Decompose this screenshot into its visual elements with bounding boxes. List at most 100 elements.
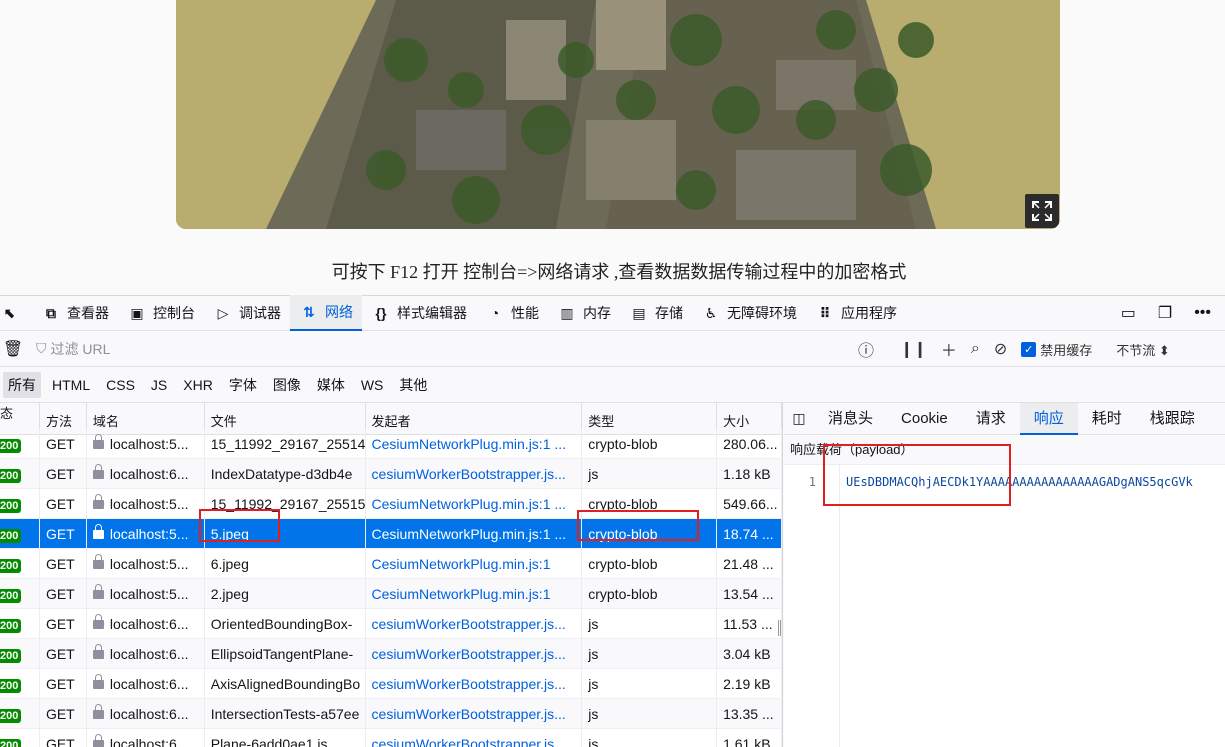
response-code-view[interactable]: 1 UEsDBDMACQhjAECDk1YAAAAAAAAAAAAAAAAGAD… (784, 465, 1225, 747)
initiator-link[interactable]: CesiumNetworkPlug.min.js:1 (372, 556, 551, 572)
cesium-3d-map-view[interactable] (176, 0, 1060, 229)
type-filter-html[interactable]: HTML (47, 374, 95, 396)
initiator-link[interactable]: CesiumNetworkPlug.min.js:1 (372, 586, 551, 602)
cell-type: js (582, 668, 718, 699)
cell-initiator: cesiumWorkerBootstrapper.js... (366, 458, 583, 489)
domain-text: localhost:6... (109, 735, 189, 747)
lock-icon (92, 523, 104, 539)
cell-initiator: cesiumWorkerBootstrapper.js... (366, 608, 583, 639)
search-icon[interactable]: ⌕ (971, 340, 980, 358)
request-row[interactable]: 200 GET localhost:6... IntersectionTests-a5… (0, 698, 782, 729)
status-badge: 200 (0, 618, 22, 633)
column-resize-handle[interactable] (778, 620, 781, 636)
cell-domain: localhost:6... (87, 458, 205, 489)
block-icon[interactable]: ⊘ (994, 339, 1007, 359)
request-row[interactable]: 200 GET localhost:6... AxisAlignedBoundingB… (0, 668, 782, 699)
tab-request[interactable]: 请求 (962, 403, 1020, 435)
clear-log-button[interactable]: 🗑 (0, 339, 26, 359)
accessibility-icon: ♿ (704, 304, 718, 321)
more-menu-icon[interactable]: ••• (1194, 304, 1211, 322)
initiator-link[interactable]: cesiumWorkerBootstrapper.js... (372, 466, 566, 482)
web-page: 可按下 F12 打开 控制台=>网络请求 ,查看数据数据传输过程中的加密格式 (0, 0, 1225, 295)
cell-file: 15_11992_29167_25514 (205, 428, 366, 459)
devtools-toolbar: ⬉ ⧉ 查看器 ▣ 控制台 ▷ 调试器 ⇅ 网络 {} 样式编辑器 ◔ 性能 ▥… (0, 295, 1225, 331)
tab-debugger[interactable]: ▷ 调试器 (204, 295, 290, 331)
tab-timings[interactable]: 耗时 (1078, 403, 1136, 435)
tab-console[interactable]: ▣ 控制台 (118, 295, 204, 331)
fullscreen-icon (1032, 201, 1052, 221)
tab-performance[interactable]: ◔ 性能 (476, 295, 548, 331)
initiator-link[interactable]: CesiumNetworkPlug.min.js:1 ... (372, 436, 567, 452)
initiator-link[interactable]: cesiumWorkerBootstrapper.js... (372, 646, 566, 662)
initiator-link[interactable]: CesiumNetworkPlug.min.js:1 ... (372, 496, 567, 512)
help-icon[interactable]: ⓘ (858, 337, 874, 361)
cell-type: js (582, 608, 718, 639)
disable-cache-checkbox[interactable]: ✓ 禁用缓存 (1021, 340, 1092, 359)
tab-storage[interactable]: ▤ 存储 (620, 295, 692, 331)
cell-method: GET (40, 428, 87, 459)
request-row[interactable]: 200 GET localhost:5... 6.jpeg CesiumNetworkP… (0, 548, 782, 579)
type-filter-xhr[interactable]: XHR (178, 374, 218, 396)
application-icon: ⠿ (819, 304, 831, 321)
initiator-link[interactable]: CesiumNetworkPlug.min.js:1 ... (372, 526, 567, 542)
add-icon[interactable]: ＋ (941, 337, 957, 361)
type-filter-css[interactable]: CSS (101, 374, 140, 396)
type-filter-other[interactable]: 其他 (394, 372, 432, 398)
inspector-icon: ⧉ (46, 304, 56, 321)
initiator-link[interactable]: cesiumWorkerBootstrapper.js... (372, 706, 566, 722)
cell-domain: localhost:5... (87, 578, 205, 609)
lock-icon (92, 433, 104, 449)
tab-style-editor[interactable]: {} 样式编辑器 (362, 295, 476, 331)
element-picker-button[interactable]: ⬉ (0, 295, 32, 331)
cell-size: 21.48 ... (717, 548, 782, 579)
cell-file: Plane-6add0ae1.js (205, 728, 366, 747)
tab-network[interactable]: ⇅ 网络 (290, 295, 362, 331)
lock-icon (92, 613, 104, 629)
style-editor-icon: {} (375, 305, 387, 321)
request-row[interactable]: 200 GET localhost:6... IndexDatatype-d3db4e… (0, 458, 782, 489)
domain-text: localhost:6... (109, 615, 189, 632)
tab-headers[interactable]: 消息头 (814, 403, 887, 435)
throttle-select[interactable]: 不节流 ⬍ (1116, 340, 1170, 359)
fullscreen-button[interactable] (1025, 194, 1059, 228)
request-row[interactable]: 200 GET localhost:5... 2.jpeg CesiumNetworkP… (0, 578, 782, 609)
cell-initiator: cesiumWorkerBootstrapper.js... (366, 668, 583, 699)
cell-domain: localhost:6... (87, 728, 205, 747)
type-filter-images[interactable]: 图像 (268, 372, 306, 398)
initiator-link[interactable]: cesiumWorkerBootstrapper.js... (372, 616, 566, 632)
tab-memory[interactable]: ▥ 内存 (548, 295, 620, 331)
memory-icon: ▥ (560, 304, 574, 321)
cell-initiator: CesiumNetworkPlug.min.js:1 ... (366, 488, 583, 519)
cell-size: 3.04 kB (717, 638, 782, 669)
dock-side-icon[interactable]: ❐ (1158, 303, 1172, 323)
type-filter-all[interactable]: 所有 (3, 371, 41, 398)
pause-icon[interactable]: ❙❙ (900, 339, 927, 359)
tab-stack-trace[interactable]: 栈跟踪 (1136, 403, 1209, 435)
type-filter-media[interactable]: 媒体 (312, 372, 350, 398)
cell-method: GET (40, 518, 87, 549)
cell-initiator: cesiumWorkerBootstrapper.js... (366, 698, 583, 729)
url-filter-input[interactable]: ⛉ 过滤 URL (36, 339, 836, 359)
tab-application[interactable]: ⠿ 应用程序 (806, 295, 906, 331)
responsive-design-icon[interactable]: ▭ (1121, 303, 1136, 323)
type-filter-fonts[interactable]: 字体 (224, 372, 262, 398)
toggle-sidebar-icon[interactable]: ◫ (784, 410, 814, 427)
tab-cookie[interactable]: Cookie (887, 403, 962, 435)
tab-inspector[interactable]: ⧉ 查看器 (32, 295, 118, 331)
tab-response[interactable]: 响应 (1019, 403, 1078, 435)
initiator-link[interactable]: cesiumWorkerBootstrapper.js... (372, 736, 566, 747)
cell-status: 200 (0, 608, 40, 639)
lock-icon (92, 583, 104, 599)
initiator-link[interactable]: cesiumWorkerBootstrapper.js... (372, 676, 566, 692)
type-filter-ws[interactable]: WS (356, 374, 389, 396)
tab-accessibility[interactable]: ♿ 无障碍环境 (692, 295, 806, 331)
cell-status: 200 (0, 698, 40, 729)
request-row[interactable]: 200 GET localhost:6... EllipsoidTangentPlan… (0, 638, 782, 669)
request-row[interactable]: 200 GET localhost:6... Plane-6add0ae1.js ces… (0, 728, 782, 747)
cell-type: js (582, 458, 718, 489)
request-row[interactable]: 200 GET localhost:6... OrientedBoundingBox-… (0, 608, 782, 639)
debugger-icon: ▷ (217, 304, 229, 321)
storage-icon: ▤ (632, 304, 646, 321)
type-filter-js[interactable]: JS (146, 374, 172, 396)
request-row[interactable]: 200 GET localhost:5... 15_11992_29167_25514… (0, 428, 782, 459)
